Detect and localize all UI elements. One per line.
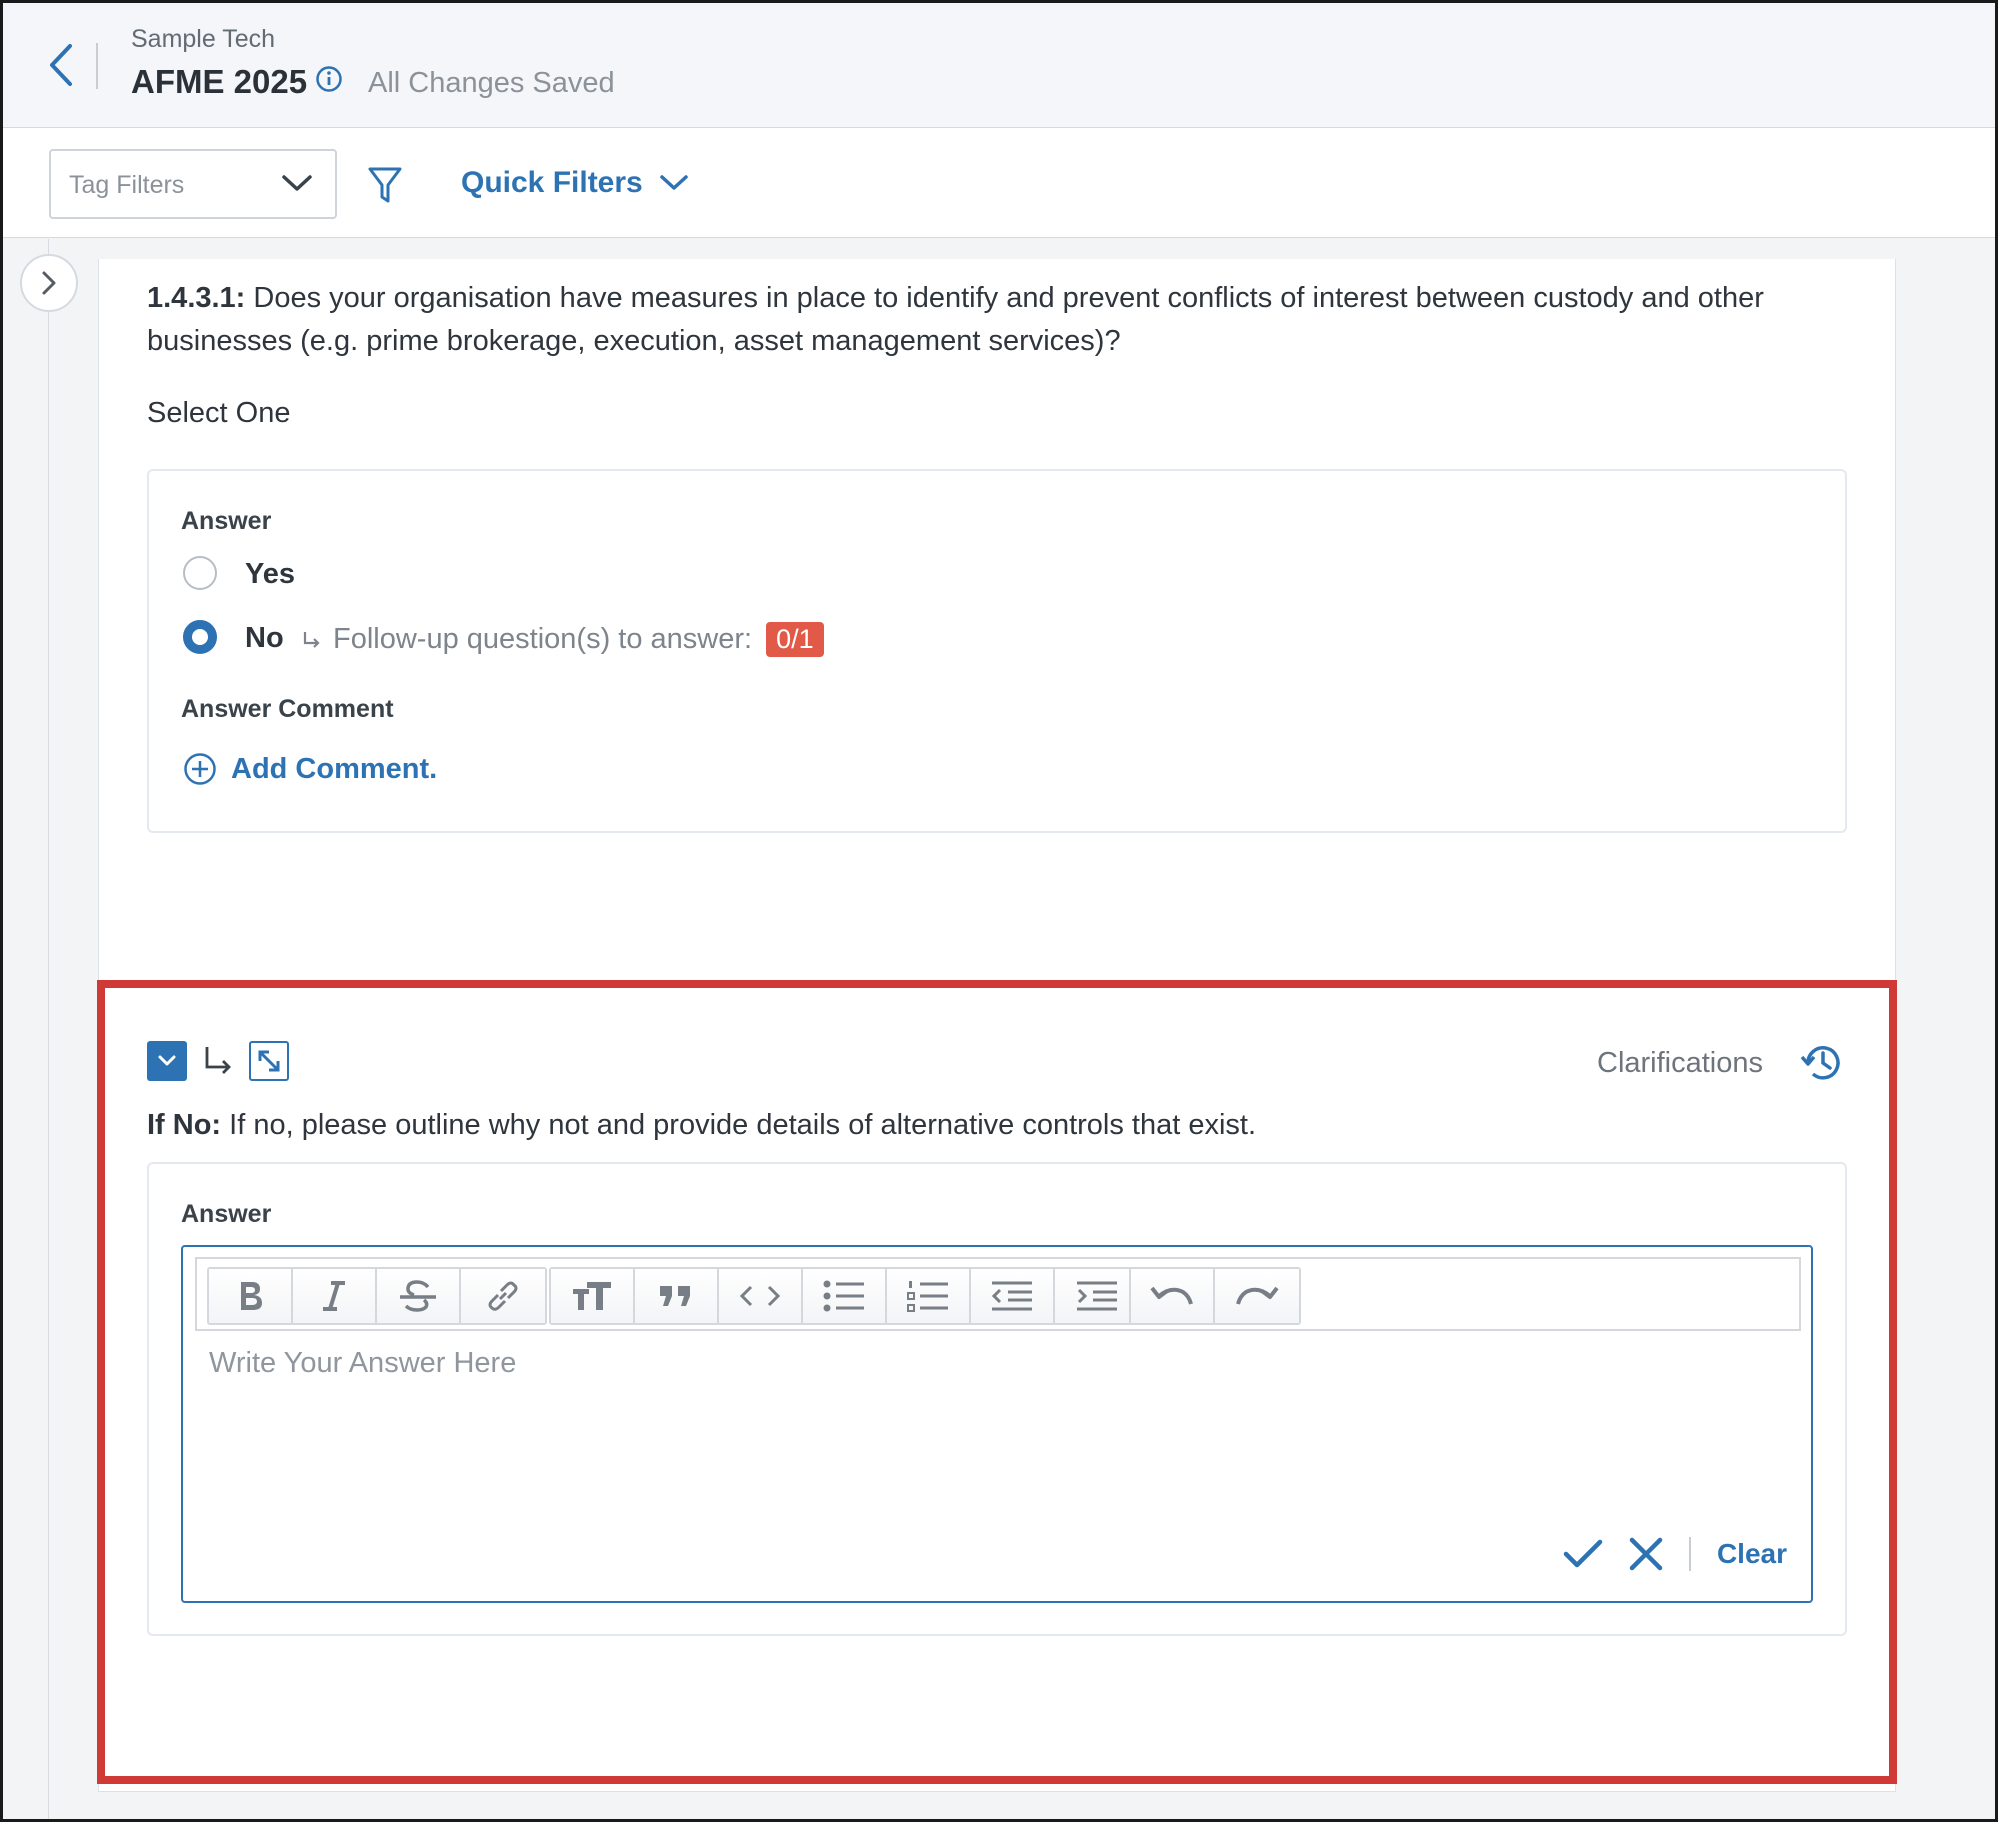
- chevron-down-icon: [158, 1055, 176, 1066]
- answer-comment-label: Answer Comment: [181, 695, 394, 723]
- clear-button[interactable]: Clear: [1717, 1538, 1787, 1570]
- close-icon: [1629, 1537, 1663, 1571]
- expand-button[interactable]: [249, 1041, 289, 1081]
- editor-actions: Clear: [1563, 1537, 1787, 1571]
- info-icon[interactable]: [315, 65, 343, 93]
- followup-question-body: If no, please outline why not and provid…: [221, 1109, 1257, 1141]
- history-group: [1129, 1267, 1301, 1325]
- radio-no[interactable]: [183, 620, 217, 654]
- page-title: AFME 2025: [131, 63, 308, 100]
- italic-icon: [323, 1281, 345, 1311]
- chevron-down-icon: [282, 175, 312, 191]
- save-status: All Changes Saved: [368, 67, 615, 99]
- return-arrow-icon: [205, 1047, 231, 1074]
- link-icon: [488, 1281, 518, 1311]
- page-header: Sample Tech AFME 2025 All Changes Saved: [3, 3, 1995, 128]
- outdent-button[interactable]: [971, 1269, 1055, 1323]
- followup-question-text: If No: If no, please outline why not and…: [147, 1109, 1256, 1142]
- filter-icon[interactable]: [367, 166, 403, 206]
- expand-icon: [258, 1050, 280, 1072]
- code-button[interactable]: [719, 1269, 803, 1323]
- quote-button[interactable]: [635, 1269, 719, 1323]
- organization-name: Sample Tech: [131, 25, 276, 53]
- heading-icon: [573, 1282, 611, 1310]
- undo-button[interactable]: [1131, 1269, 1215, 1323]
- followup-condition: If No:: [147, 1109, 222, 1141]
- add-comment-label: Add Comment.: [231, 752, 438, 785]
- radio-yes[interactable]: [183, 556, 217, 590]
- collapse-toggle-button[interactable]: [147, 1041, 187, 1081]
- code-icon: [739, 1285, 781, 1307]
- redo-icon: [1236, 1286, 1279, 1305]
- tag-filter-select[interactable]: Tag Filters: [49, 149, 337, 219]
- bullet-list-icon: [823, 1280, 864, 1312]
- format-group: [207, 1267, 547, 1325]
- chevron-right-icon: [42, 271, 56, 295]
- question-number: 1.4.3.1:: [147, 282, 246, 314]
- block-group: [549, 1267, 1141, 1325]
- followup-indicator: Follow-up question(s) to answer: 0/1: [301, 622, 824, 657]
- numbered-list-icon: [907, 1281, 948, 1312]
- question-instruction: Select One: [147, 397, 291, 429]
- redo-button[interactable]: [1215, 1269, 1299, 1323]
- question-body: Does your organisation have measures in …: [147, 282, 1764, 357]
- plus-circle-icon: [184, 753, 216, 785]
- indent-button[interactable]: [1055, 1269, 1139, 1323]
- strikethrough-button[interactable]: [377, 1269, 461, 1323]
- quick-filters-dropdown[interactable]: Quick Filters: [461, 166, 689, 200]
- strikethrough-icon: [400, 1280, 436, 1312]
- add-comment-button[interactable]: Add Comment.: [183, 752, 437, 786]
- bullet-list-button[interactable]: [803, 1269, 887, 1323]
- history-icon[interactable]: [1799, 1041, 1845, 1085]
- header-divider: [96, 43, 98, 89]
- rich-text-editor[interactable]: Write Your Answer Here Clear: [181, 1245, 1813, 1603]
- link-button[interactable]: [461, 1269, 545, 1323]
- save-answer-button[interactable]: [1563, 1538, 1603, 1570]
- cancel-answer-button[interactable]: [1629, 1537, 1663, 1571]
- question-text: 1.4.3.1: Does your organisation have mea…: [147, 277, 1807, 363]
- return-arrow-icon: [303, 631, 320, 648]
- quick-filters-label: Quick Filters: [461, 166, 643, 199]
- numbered-list-button[interactable]: [887, 1269, 971, 1323]
- chevron-left-icon: [50, 44, 72, 86]
- indent-icon: [1077, 1281, 1117, 1311]
- editor-toolbar: [195, 1257, 1801, 1331]
- side-rail: [3, 239, 49, 1819]
- answer-label: Answer: [181, 507, 272, 535]
- filter-bar: Tag Filters Quick Filters: [3, 128, 1995, 238]
- chevron-down-icon: [659, 175, 688, 190]
- heading-button[interactable]: [551, 1269, 635, 1323]
- back-button[interactable]: [41, 39, 81, 91]
- bold-button[interactable]: [209, 1269, 293, 1323]
- quote-icon: [660, 1286, 690, 1306]
- option-yes-label[interactable]: Yes: [245, 558, 295, 591]
- followup-answer-label: Answer: [181, 1200, 272, 1228]
- followup-count-badge: 0/1: [766, 622, 824, 657]
- app-window: Sample Tech AFME 2025 All Changes Saved …: [0, 0, 1998, 1822]
- checkmark-icon: [1563, 1539, 1603, 1568]
- bold-icon: [241, 1282, 262, 1310]
- option-no-label[interactable]: No: [245, 622, 284, 655]
- italic-button[interactable]: [293, 1269, 377, 1323]
- action-divider: [1688, 1537, 1691, 1571]
- followup-text: Follow-up question(s) to answer:: [333, 623, 753, 655]
- editor-placeholder[interactable]: Write Your Answer Here: [209, 1347, 516, 1380]
- outdent-icon: [991, 1281, 1032, 1311]
- undo-icon: [1150, 1286, 1193, 1305]
- sidebar-toggle-button[interactable]: [20, 254, 78, 312]
- tag-filter-placeholder: Tag Filters: [69, 171, 185, 199]
- clarifications-link[interactable]: Clarifications: [1597, 1047, 1763, 1080]
